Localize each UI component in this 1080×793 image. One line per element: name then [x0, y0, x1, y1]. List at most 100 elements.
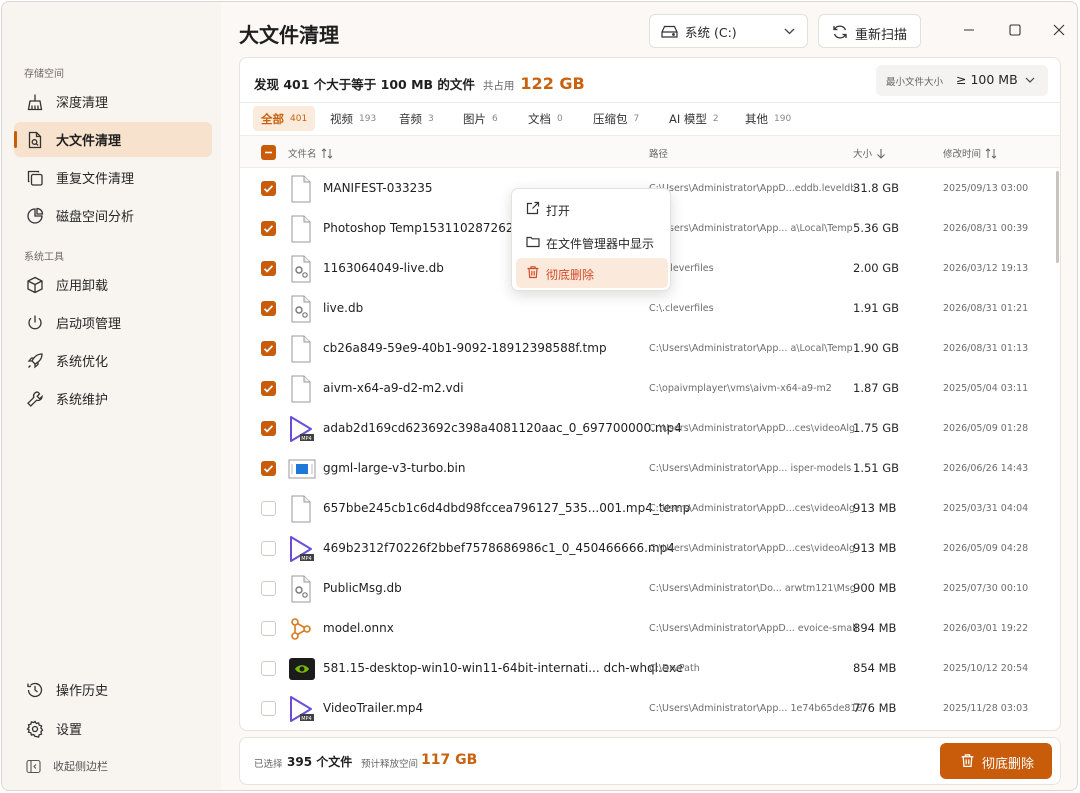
collapse-sidebar-button[interactable]: 收起侧边栏	[26, 758, 108, 774]
drive-select-value: 系统 (C:)	[685, 24, 737, 40]
copy-icon	[27, 170, 43, 186]
drive-select[interactable]: 系统 (C:)	[649, 14, 808, 48]
file-icon	[288, 335, 314, 363]
sidebar-item-optimize[interactable]: 系统优化	[14, 343, 212, 378]
tab-documents[interactable]: 文档 0	[520, 106, 571, 131]
file-path: C:\opaivmplayer\vms\aivm-x64-a9-m2	[649, 383, 832, 394]
tab-ai-models[interactable]: AI 模型 2	[661, 106, 727, 131]
sidebar-item-history[interactable]: 操作历史	[14, 672, 212, 707]
broom-icon	[27, 94, 43, 111]
row-checkbox[interactable]	[261, 261, 276, 276]
table-row[interactable]: MP4 adab2d169cd623692c398a4081120aac_0_69…	[240, 409, 1060, 449]
row-checkbox[interactable]	[261, 421, 276, 436]
table-row[interactable]: aivm-x64-a9-d2-m2.vdi C:\opaivmplayer\vms…	[240, 369, 1060, 409]
file-modified: 2025/10/12 20:54	[943, 663, 1029, 674]
context-open[interactable]: 打开	[516, 194, 668, 224]
row-checkbox[interactable]	[261, 621, 276, 636]
mp4-icon: MP4	[288, 695, 314, 723]
row-checkbox[interactable]	[261, 301, 276, 316]
tab-images[interactable]: 图片 6	[455, 106, 506, 131]
row-checkbox[interactable]	[261, 461, 276, 476]
table-row[interactable]: MP4 VideoTrailer.mp4 C:\Users\Administrato…	[240, 689, 1060, 729]
sidebar-item-duplicates[interactable]: 重复文件清理	[14, 160, 212, 195]
maximize-button[interactable]	[1005, 20, 1025, 40]
gear-icon	[26, 720, 44, 738]
file-modified: 2026/06/26 14:43	[943, 463, 1029, 474]
row-checkbox[interactable]	[261, 701, 276, 716]
sort-icon	[985, 147, 997, 159]
min-size-select[interactable]: 最小文件大小 ≥ 100 MB	[876, 65, 1048, 96]
tab-archives[interactable]: 压缩包 7	[585, 106, 647, 131]
row-checkbox[interactable]	[261, 381, 276, 396]
file-size: 1.90 GB	[853, 341, 900, 355]
tab-audio[interactable]: 音频 3	[391, 106, 442, 131]
file-size: 913 MB	[853, 501, 897, 515]
app-window: 存储空间 深度清理 大文件清理 重复文件清理 磁盘空间分析 系统工具 应用卸载 …	[1, 1, 1078, 791]
row-checkbox[interactable]	[261, 181, 276, 196]
tab-all[interactable]: 全部 401	[253, 106, 316, 131]
row-checkbox[interactable]	[261, 341, 276, 356]
table-row[interactable]: model.onnx C:\Users\Administrator\AppD...…	[240, 609, 1060, 649]
sidebar-item-maintenance[interactable]: 系统维护	[14, 381, 212, 416]
scrollbar[interactable]	[1056, 171, 1059, 263]
table-row[interactable]: PublicMsg.db C:\Users\Administrator\Do...…	[240, 569, 1060, 609]
package-icon	[27, 276, 43, 294]
tab-other[interactable]: 其他 190	[737, 106, 799, 131]
pie-chart-icon	[27, 207, 44, 224]
table-row[interactable]: ggml-large-v3-turbo.bin C:\Users\Administ…	[240, 449, 1060, 489]
sidebar-item-startup[interactable]: 启动项管理	[14, 305, 212, 340]
file-name: ggml-large-v3-turbo.bin	[323, 461, 466, 475]
tab-label: 其他	[745, 111, 768, 126]
column-size-header[interactable]: 大小	[853, 146, 886, 160]
sidebar-item-uninstall[interactable]: 应用卸载	[14, 267, 212, 302]
column-modified-label: 修改时间	[943, 149, 982, 160]
table-row[interactable]: 657bbe245cb1c6d4dbd98fccea796127_535...0…	[240, 489, 1060, 529]
rescan-button[interactable]: 重新扫描	[818, 14, 921, 48]
file-name: 1163064049-live.db	[323, 261, 444, 275]
sidebar-item-large-files[interactable]: 大文件清理	[14, 122, 212, 157]
file-path: C:\Users\Administrator\AppD...ces\videoA…	[649, 503, 856, 514]
close-button[interactable]	[1049, 20, 1069, 40]
minimize-button[interactable]	[959, 20, 979, 40]
delete-permanently-button[interactable]: 彻底删除	[940, 743, 1052, 779]
row-checkbox[interactable]	[261, 541, 276, 556]
sidebar-item-settings[interactable]: 设置	[14, 711, 212, 746]
file-modified: 2026/08/31 01:13	[943, 343, 1029, 354]
sidebar-item-disk-analysis[interactable]: 磁盘空间分析	[14, 198, 212, 233]
column-modified-header[interactable]: 修改时间	[943, 146, 997, 160]
footer-bar: 已选择 395 个文件 预计释放空间 117 GB 彻底删除	[239, 737, 1061, 785]
file-size: 913 MB	[853, 541, 897, 555]
table-row[interactable]: MP4 469b2312f70226f2bbef7578686986c1_0_45…	[240, 529, 1060, 569]
rocket-icon	[27, 353, 43, 369]
tab-count: 401	[290, 113, 308, 124]
minus-icon	[265, 151, 272, 154]
context-delete[interactable]: 彻底删除	[516, 258, 668, 288]
file-size: 1.87 GB	[853, 381, 900, 395]
sidebar-collapse-icon	[26, 759, 41, 773]
row-checkbox[interactable]	[261, 661, 276, 676]
summary-total-label: 共占用	[482, 80, 515, 92]
table-row[interactable]: cb26a849-59e9-40b1-9092-18912398588f.tmp…	[240, 329, 1060, 369]
table-row[interactable]: 581.15-desktop-win10-win11-64bit-interna…	[240, 649, 1060, 689]
context-show-in-explorer[interactable]: 在文件管理器中显示	[516, 227, 668, 257]
summary-bar: 发现 401 个大于等于 100 MB 的文件 共占用 122 GB	[254, 74, 585, 93]
trash-icon	[527, 266, 539, 279]
column-name-header[interactable]: 文件名	[288, 146, 333, 160]
min-size-value: ≥ 100 MB	[956, 72, 1018, 87]
file-path: C:\Users\Administrator\App... a\Local\Te…	[649, 343, 853, 354]
file-size: 854 MB	[853, 661, 897, 675]
row-checkbox[interactable]	[261, 221, 276, 236]
row-checkbox[interactable]	[261, 501, 276, 516]
select-all-checkbox[interactable]	[261, 145, 276, 160]
sidebar-item-deep-clean[interactable]: 深度清理	[14, 84, 212, 119]
file-modified: 2026/03/01 19:22	[943, 623, 1029, 634]
row-checkbox[interactable]	[261, 581, 276, 596]
table-row[interactable]: live.db C:\.cleverfiles 1.91 GB 2026/08/31 …	[240, 289, 1060, 329]
file-path: C:\Users\Administrator\Do... arwtm121\Ms…	[649, 583, 856, 594]
file-modified: 2025/03/31 04:04	[943, 503, 1029, 514]
sidebar-item-label: 启动项管理	[56, 317, 122, 332]
tab-video[interactable]: 视频 193	[322, 106, 384, 131]
file-modified: 2025/07/30 00:10	[943, 583, 1029, 594]
tab-count: 193	[359, 113, 377, 124]
file-modified: 2026/05/09 04:28	[943, 543, 1029, 554]
